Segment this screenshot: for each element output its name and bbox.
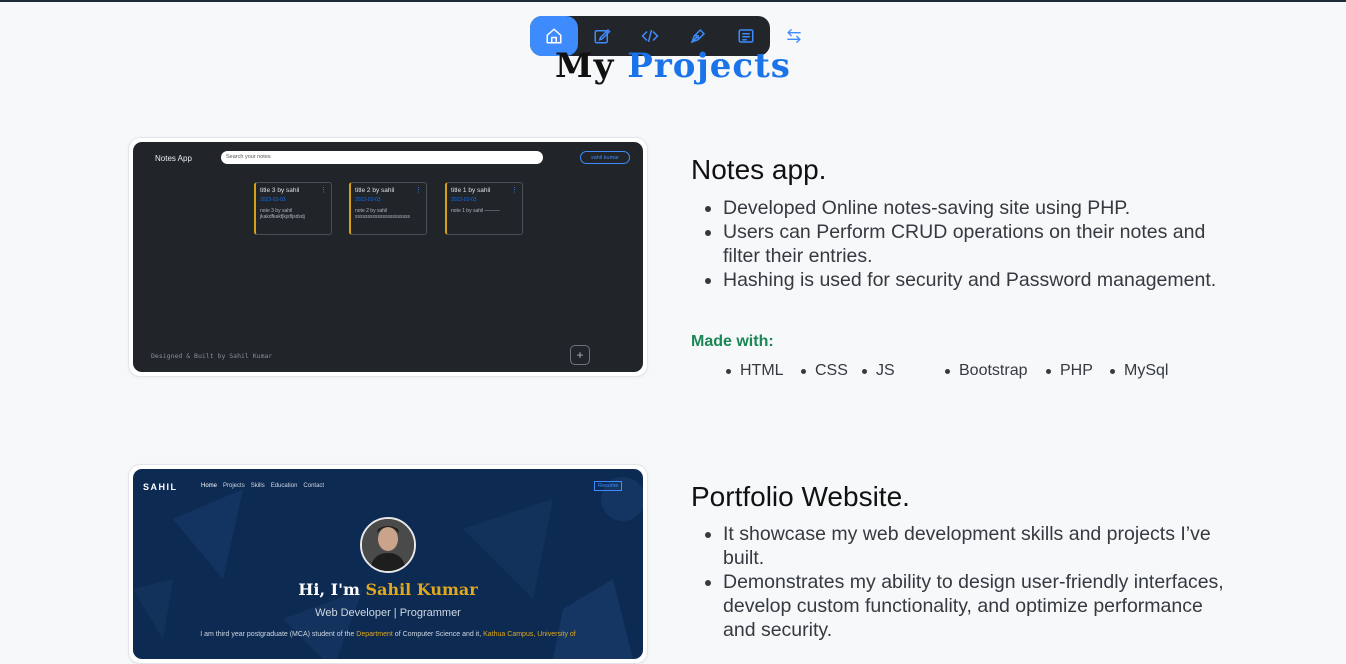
tech-item: Bootstrap	[945, 362, 1027, 380]
notes-app-screenshot[interactable]: Notes App Search your notes sahil kumar …	[128, 137, 648, 377]
project-point: Developed Online notes-saving site using…	[723, 196, 1233, 220]
bullet-icon	[801, 368, 806, 374]
preview-nav-item: Home	[201, 483, 218, 489]
tech-item: HTML	[726, 362, 784, 380]
note-date: 2023-03-03	[355, 197, 381, 203]
pen-icon	[690, 28, 706, 44]
home-icon	[546, 28, 562, 44]
tech-item: CSS	[801, 362, 848, 380]
project-points: Developed Online notes-saving site using…	[691, 196, 1233, 292]
preview-logo: SAHIL	[143, 482, 178, 492]
project-point: It showcase my web development skills an…	[723, 522, 1233, 570]
tech-item: PHP	[1046, 362, 1093, 380]
note-body: note 3 by sahil jkakdfkakfjkjsfljsdsdj	[260, 208, 305, 220]
edit-icon	[594, 28, 611, 44]
kebab-menu-icon: ⋮	[415, 187, 422, 194]
bullet-icon	[726, 368, 731, 374]
preview-about-text: I am third year postgraduate (MCA) stude…	[200, 631, 355, 638]
page-title-part1: My	[555, 46, 615, 86]
note-title: title 2 by sahil	[355, 187, 395, 194]
page-title-part2: Projects	[627, 46, 791, 86]
note-body: note 2 by sahil ssssssssssssssssssssss	[355, 208, 410, 220]
project-title: Notes app.	[691, 154, 827, 185]
project-points: It showcase my web development skills an…	[691, 522, 1233, 642]
tech-label: CSS	[815, 362, 848, 379]
bullet-icon	[862, 368, 867, 374]
preview-nav-item: Contact	[303, 483, 325, 489]
preview-brand: Notes App	[155, 154, 192, 163]
bullet-icon	[1110, 368, 1115, 374]
preview-about-text: of Computer Science and it,	[394, 631, 482, 638]
avatar	[360, 517, 416, 573]
swap-arrows-icon[interactable]	[784, 26, 804, 46]
tech-item: MySql	[1110, 362, 1168, 380]
person-icon	[362, 519, 414, 571]
project-point: Demonstrates my ability to design user-f…	[723, 570, 1233, 642]
preview-greeting: Hi, I'm Sahil Kumar	[133, 580, 643, 599]
preview-search-input: Search your notes	[221, 151, 543, 164]
tech-label: MySql	[1124, 362, 1169, 379]
kebab-menu-icon: ⋮	[511, 187, 518, 194]
note-title: title 1 by sahil	[451, 187, 491, 194]
tech-label: PHP	[1060, 362, 1093, 379]
preview-note-card: ⋮ title 2 by sahil 2023-03-03 note 2 by …	[349, 182, 427, 235]
project-point: Hashing is used for security and Passwor…	[723, 268, 1233, 292]
preview-name: Sahil Kumar	[365, 580, 478, 599]
preview-nav-item: Projects	[223, 483, 245, 489]
portfolio-preview: SAHIL Home Projects Skills Education Con…	[133, 469, 643, 659]
project-point: Users can Perform CRUD operations on the…	[723, 220, 1233, 268]
preview-note-card: ⋮ title 1 by sahil 2023-03-03 note 1 by …	[445, 182, 523, 235]
notes-icon	[738, 29, 754, 43]
preview-footer: Designed & Built by Sahil Kumar	[151, 352, 273, 360]
tech-item: JS	[862, 362, 895, 380]
preview-about-highlight: Department	[356, 631, 393, 638]
preview-nav-item: Education	[270, 483, 298, 489]
note-title: title 3 by sahil	[260, 187, 300, 194]
kebab-menu-icon: ⋮	[320, 187, 327, 194]
preview-greeting-text: Hi, I'm	[298, 580, 360, 599]
preview-about-highlight: Kathua Campus, University of	[483, 631, 576, 638]
made-with-label: Made with:	[691, 333, 774, 350]
bullet-icon	[945, 368, 950, 374]
portfolio-screenshot[interactable]: SAHIL Home Projects Skills Education Con…	[128, 464, 648, 664]
notes-app-preview: Notes App Search your notes sahil kumar …	[133, 142, 643, 372]
note-body: note 1 by sahil ———	[451, 208, 500, 214]
tech-label: JS	[876, 362, 895, 379]
tech-label: Bootstrap	[959, 362, 1028, 379]
preview-resume-button: Resume	[594, 481, 623, 491]
preview-add-button: +	[570, 345, 590, 365]
preview-role: Web Developer | Programmer	[315, 607, 461, 619]
code-icon	[641, 29, 659, 43]
note-date: 2023-03-03	[260, 197, 286, 203]
preview-nav: Home Projects Skills Education Contact	[201, 483, 324, 489]
preview-note-card: ⋮ title 3 by sahil 2023-03-03 note 3 by …	[254, 182, 332, 235]
project-title: Portfolio Website.	[691, 481, 910, 512]
preview-nav-item: Skills	[250, 483, 265, 489]
tech-label: HTML	[740, 362, 784, 379]
page-title: My Projects	[0, 46, 1346, 86]
bullet-icon	[1046, 368, 1051, 374]
preview-about: I am third year postgraduate (MCA) stude…	[153, 631, 623, 638]
note-date: 2023-03-03	[451, 197, 477, 203]
preview-user-button: sahil kumar	[580, 151, 630, 164]
